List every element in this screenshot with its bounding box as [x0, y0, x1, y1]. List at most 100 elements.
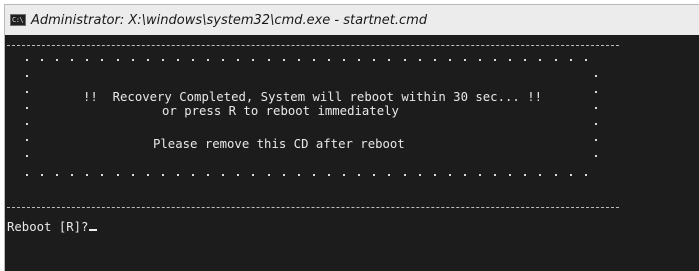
cmd-console-icon: C:\ — [10, 14, 26, 26]
border-asterisk — [71, 174, 73, 176]
recovery-completed-message: !! Recovery Completed, System will reboo… — [83, 90, 543, 104]
border-asterisk — [595, 139, 597, 141]
border-asterisk — [283, 174, 285, 176]
border-asterisk — [328, 59, 330, 61]
border-asterisk — [207, 174, 209, 176]
border-asterisk — [192, 59, 194, 61]
border-asterisk — [26, 123, 28, 125]
border-asterisk — [26, 174, 28, 176]
border-asterisk — [26, 59, 28, 61]
reboot-prompt-line[interactable]: Reboot [R]? — [7, 220, 98, 235]
border-asterisk — [595, 107, 597, 109]
border-asterisk — [41, 174, 43, 176]
border-asterisk — [268, 174, 270, 176]
border-asterisk — [207, 59, 209, 61]
border-asterisk — [132, 59, 134, 61]
border-asterisk — [26, 155, 28, 157]
border-asterisk — [132, 174, 134, 176]
border-asterisk — [237, 59, 239, 61]
border-asterisk — [570, 174, 572, 176]
border-asterisk — [222, 59, 224, 61]
border-asterisk — [434, 174, 436, 176]
border-asterisk — [509, 174, 511, 176]
border-asterisk — [494, 59, 496, 61]
border-asterisk — [595, 155, 597, 157]
border-asterisk — [555, 174, 557, 176]
border-asterisk — [388, 59, 390, 61]
border-asterisk — [539, 174, 541, 176]
border-asterisk — [373, 174, 375, 176]
console-window: C:\ Administrator: X:\windows\system32\c… — [4, 4, 699, 271]
border-asterisk — [162, 174, 164, 176]
press-r-message: or press R to reboot immediately — [162, 104, 399, 118]
border-asterisk — [358, 59, 360, 61]
border-asterisk — [419, 174, 421, 176]
border-asterisk — [298, 59, 300, 61]
border-asterisk — [524, 174, 526, 176]
border-asterisk — [595, 91, 597, 93]
border-asterisk — [313, 174, 315, 176]
border-asterisk — [449, 59, 451, 61]
border-asterisk — [147, 174, 149, 176]
border-asterisk — [177, 174, 179, 176]
border-asterisk — [222, 174, 224, 176]
border-asterisk — [313, 59, 315, 61]
border-asterisk — [464, 59, 466, 61]
border-asterisk — [464, 174, 466, 176]
border-asterisk — [404, 174, 406, 176]
border-asterisk — [101, 174, 103, 176]
border-asterisk — [56, 174, 58, 176]
border-asterisk — [26, 139, 28, 141]
border-asterisk — [358, 174, 360, 176]
border-asterisk — [268, 59, 270, 61]
border-asterisk — [373, 59, 375, 61]
border-asterisk — [117, 174, 119, 176]
border-asterisk — [252, 59, 254, 61]
border-asterisk — [71, 59, 73, 61]
border-asterisk — [449, 174, 451, 176]
reboot-prompt: Reboot [R]? — [7, 220, 89, 234]
border-asterisk — [555, 59, 557, 61]
border-asterisk — [479, 174, 481, 176]
border-asterisk — [328, 174, 330, 176]
border-asterisk — [479, 59, 481, 61]
border-asterisk — [434, 59, 436, 61]
border-asterisk — [524, 59, 526, 61]
cmd-icon-label: C:\ — [12, 16, 24, 24]
border-asterisk — [252, 174, 254, 176]
border-asterisk — [595, 75, 597, 77]
border-asterisk — [595, 123, 597, 125]
border-asterisk — [283, 59, 285, 61]
border-asterisk — [404, 59, 406, 61]
border-asterisk — [419, 59, 421, 61]
border-asterisk — [86, 59, 88, 61]
border-asterisk — [26, 75, 28, 77]
bottom-dashed-rule — [7, 207, 619, 208]
text-cursor — [89, 229, 98, 231]
border-asterisk — [494, 174, 496, 176]
border-asterisk — [343, 59, 345, 61]
console-output[interactable]: !! Recovery Completed, System will reboo… — [5, 35, 699, 271]
window-title: Administrator: X:\windows\system32\cmd.e… — [31, 13, 428, 28]
border-asterisk — [585, 174, 587, 176]
border-asterisk — [117, 59, 119, 61]
border-asterisk — [237, 174, 239, 176]
border-asterisk — [41, 59, 43, 61]
border-asterisk — [26, 91, 28, 93]
remove-cd-message: Please remove this CD after reboot — [153, 137, 405, 151]
border-asterisk — [101, 59, 103, 61]
border-asterisk — [147, 59, 149, 61]
border-asterisk — [162, 59, 164, 61]
border-asterisk — [177, 59, 179, 61]
border-asterisk — [56, 59, 58, 61]
border-asterisk — [86, 174, 88, 176]
top-dashed-rule — [7, 45, 619, 46]
border-asterisk — [343, 174, 345, 176]
border-asterisk — [539, 59, 541, 61]
border-asterisk — [192, 174, 194, 176]
border-asterisk — [388, 174, 390, 176]
border-asterisk — [298, 174, 300, 176]
border-asterisk — [570, 59, 572, 61]
border-asterisk — [509, 59, 511, 61]
title-bar[interactable]: C:\ Administrator: X:\windows\system32\c… — [5, 5, 699, 35]
